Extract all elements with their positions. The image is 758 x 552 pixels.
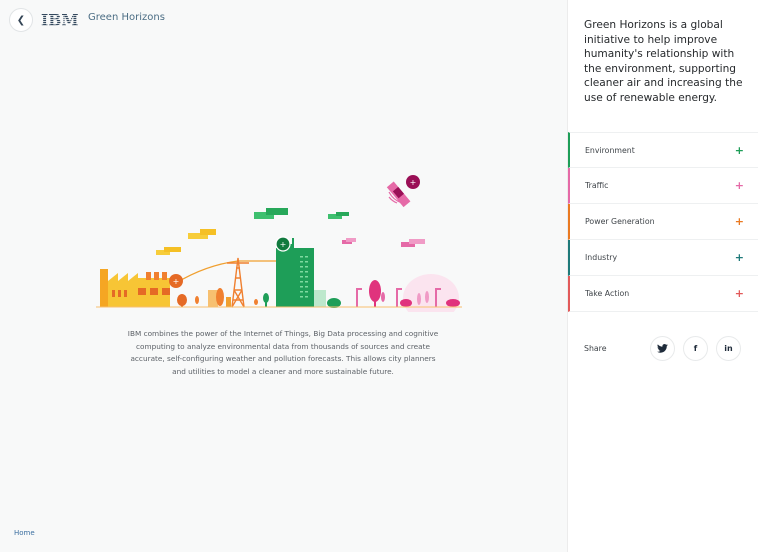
linkedin-share-button[interactable]: in [716, 336, 741, 361]
topic-menu: Environment + Traffic + Power Generation… [568, 132, 758, 312]
menu-item-traffic[interactable]: Traffic + [568, 168, 758, 204]
ibm-logo[interactable]: IBM [41, 12, 79, 27]
back-button[interactable]: ❮ [9, 8, 33, 32]
menu-item-industry[interactable]: Industry + [568, 240, 758, 276]
intro-text: Green Horizons is a global initiative to… [584, 19, 743, 104]
menu-item-label: Take Action [585, 289, 630, 298]
menu-item-label: Environment [585, 145, 635, 155]
linkedin-icon: in [724, 344, 733, 353]
description-text: IBM combines the power of the Internet o… [127, 329, 439, 376]
satellite-icon: + [386, 175, 420, 208]
share-label: Share [584, 344, 607, 353]
app-title: Green Horizons [88, 12, 165, 23]
facebook-share-button[interactable]: f [683, 336, 708, 361]
facebook-icon: f [693, 344, 698, 353]
plus-icon: + [734, 287, 744, 300]
svg-text:+: + [280, 240, 287, 249]
city-illustration: + + + [96, 175, 462, 312]
twitter-icon [657, 344, 668, 353]
twitter-share-button[interactable] [650, 336, 675, 361]
menu-item-label: Industry [585, 253, 618, 262]
main-panel: ❮ IBM Green Horizons + + + IBM combines … [0, 0, 567, 552]
menu-item-environment[interactable]: Environment + [568, 132, 758, 168]
plus-icon: + [734, 143, 744, 157]
svg-text:+: + [173, 277, 180, 286]
chevron-left-icon: ❮ [16, 14, 26, 26]
svg-text:+: + [410, 178, 417, 187]
menu-item-label: Power Generation [585, 217, 655, 226]
menu-item-power-generation[interactable]: Power Generation + [568, 204, 758, 240]
menu-item-take-action[interactable]: Take Action + [568, 276, 758, 312]
sidebar: Green Horizons is a global initiative to… [567, 0, 758, 552]
plus-icon: + [734, 251, 744, 264]
plus-icon: + [734, 179, 744, 192]
menu-item-label: Traffic [585, 181, 609, 190]
plus-icon: + [734, 215, 744, 228]
home-link[interactable]: Home [14, 529, 35, 537]
share-row: Share f in [568, 336, 758, 362]
logo-wordmark: IBM [41, 12, 79, 27]
